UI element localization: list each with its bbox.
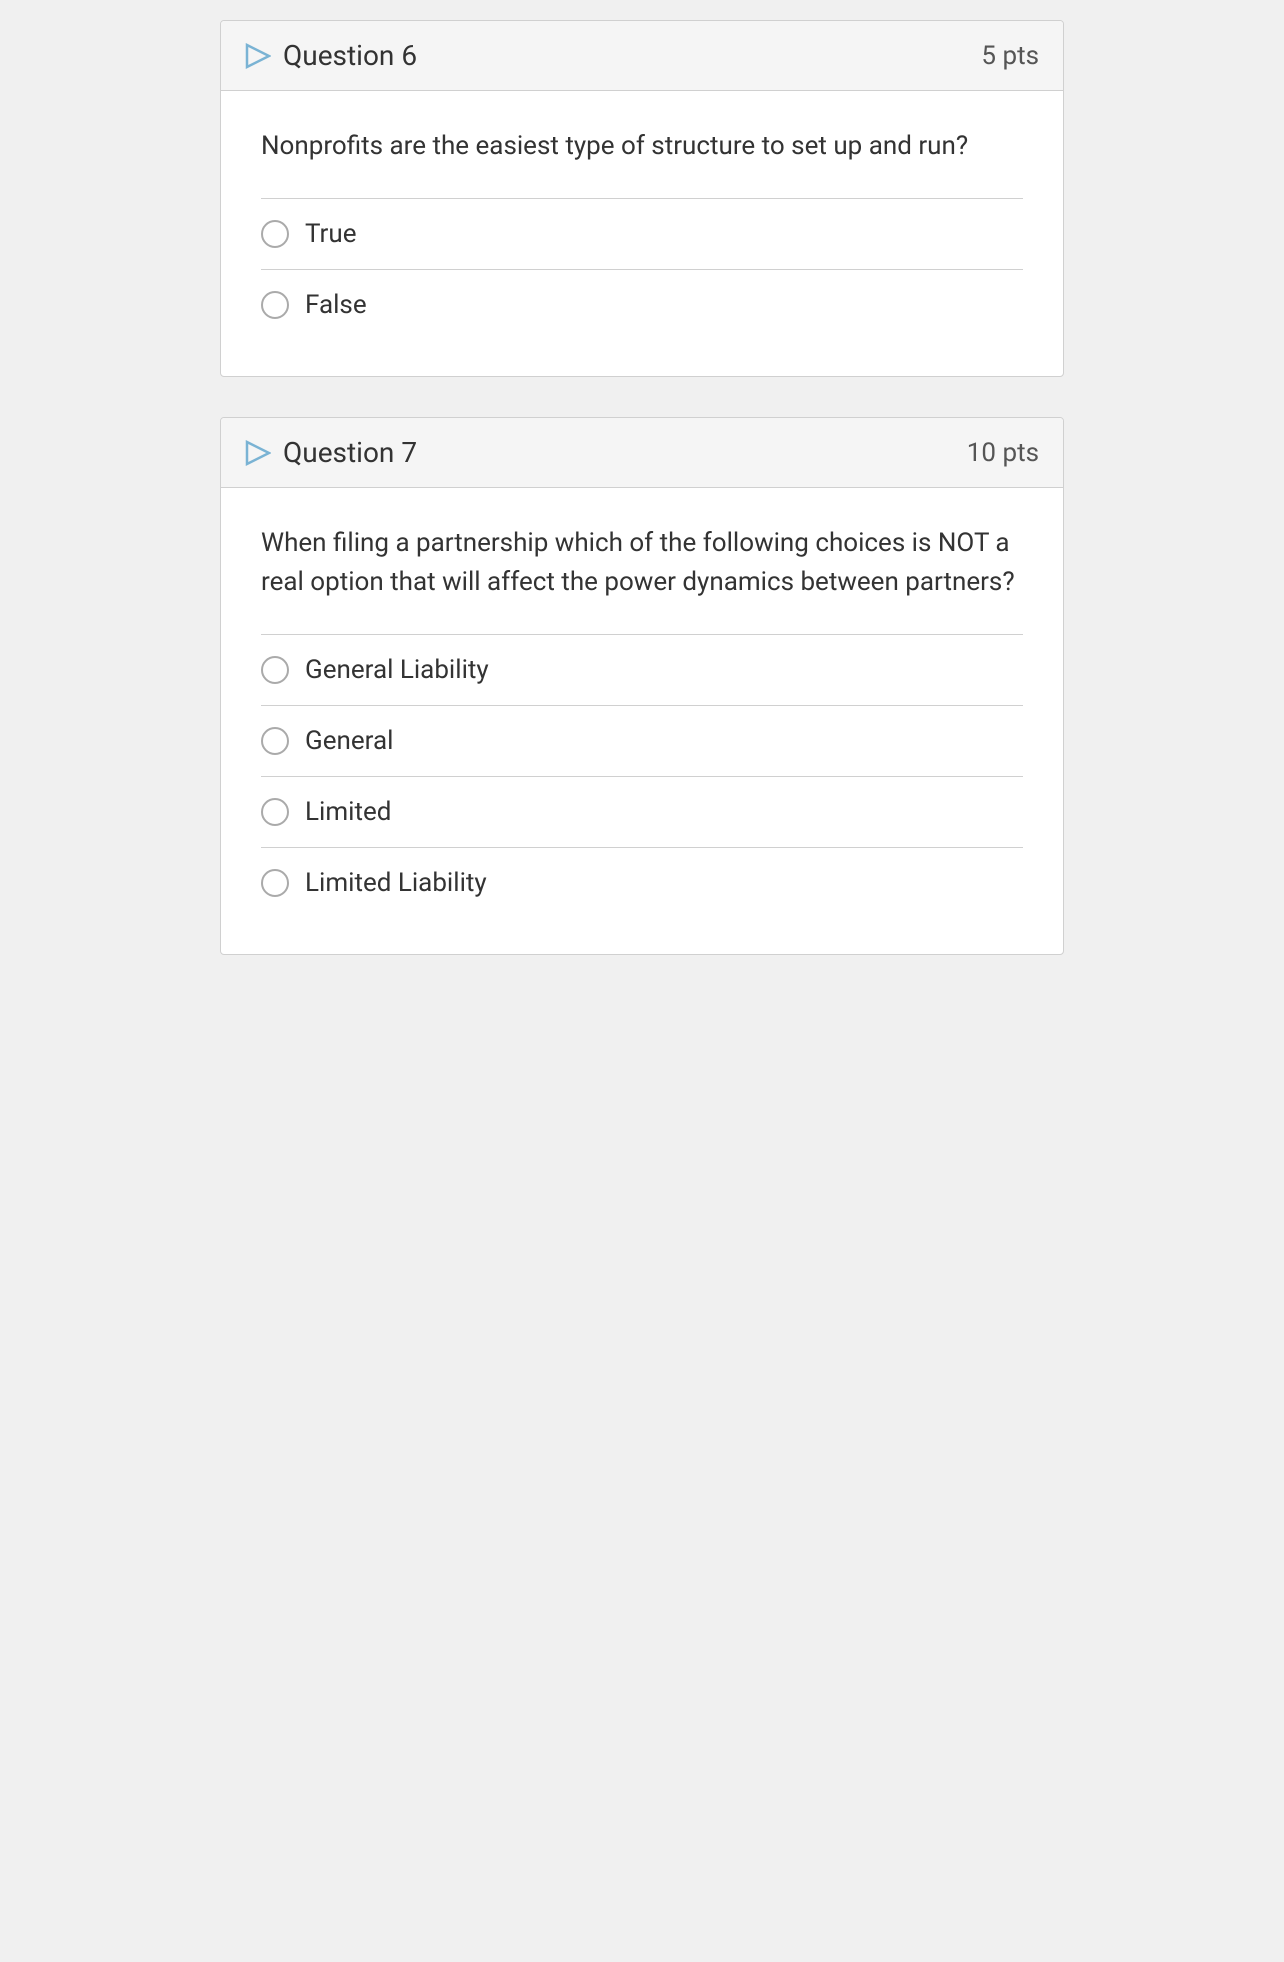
option-true-label: True	[305, 219, 357, 249]
question-6-pts: 5 pts	[981, 41, 1039, 71]
question-7-title-group: Question 7	[245, 436, 417, 469]
question-7-card: Question 7 10 pts When filing a partners…	[220, 417, 1064, 955]
question-7-text: When filing a partnership which of the f…	[261, 524, 1023, 602]
option-limited[interactable]: Limited	[261, 776, 1023, 847]
radio-true[interactable]	[261, 220, 289, 248]
question-6-title-group: Question 6	[245, 39, 417, 72]
option-false-label: False	[305, 290, 367, 320]
option-general-liability-label: General Liability	[305, 655, 489, 685]
radio-general[interactable]	[261, 727, 289, 755]
question-7-pts: 10 pts	[967, 438, 1039, 468]
radio-false[interactable]	[261, 291, 289, 319]
question-7-header: Question 7 10 pts	[221, 418, 1063, 488]
option-limited-liability[interactable]: Limited Liability	[261, 847, 1023, 918]
radio-limited-liability[interactable]	[261, 869, 289, 897]
question-7-options: General Liability General Limited Limite…	[261, 634, 1023, 918]
question-6-text: Nonprofits are the easiest type of struc…	[261, 127, 1023, 166]
option-general[interactable]: General	[261, 705, 1023, 776]
radio-limited[interactable]	[261, 798, 289, 826]
question-6-options: True False	[261, 198, 1023, 340]
question-7-icon	[245, 440, 271, 466]
option-general-label: General	[305, 726, 393, 756]
question-6-icon	[245, 43, 271, 69]
question-6-title: Question 6	[283, 39, 417, 72]
question-6-card: Question 6 5 pts Nonprofits are the easi…	[220, 20, 1064, 377]
option-false[interactable]: False	[261, 269, 1023, 340]
question-6-header: Question 6 5 pts	[221, 21, 1063, 91]
radio-general-liability[interactable]	[261, 656, 289, 684]
question-7-body: When filing a partnership which of the f…	[221, 488, 1063, 954]
option-general-liability[interactable]: General Liability	[261, 634, 1023, 705]
option-true[interactable]: True	[261, 198, 1023, 269]
question-7-title: Question 7	[283, 436, 417, 469]
option-limited-liability-label: Limited Liability	[305, 868, 487, 898]
option-limited-label: Limited	[305, 797, 391, 827]
question-6-body: Nonprofits are the easiest type of struc…	[221, 91, 1063, 376]
